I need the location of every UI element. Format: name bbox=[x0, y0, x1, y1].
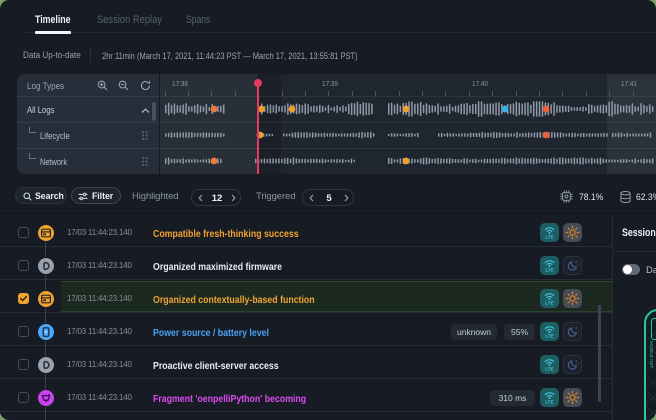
svg-text:LTE: LTE bbox=[545, 300, 553, 305]
svg-text:LTE: LTE bbox=[545, 366, 553, 371]
svg-text:LTE: LTE bbox=[545, 399, 553, 404]
svg-text:LTE: LTE bbox=[545, 267, 553, 272]
svg-text:LTE: LTE bbox=[545, 234, 553, 239]
svg-text:LTE: LTE bbox=[545, 333, 553, 338]
